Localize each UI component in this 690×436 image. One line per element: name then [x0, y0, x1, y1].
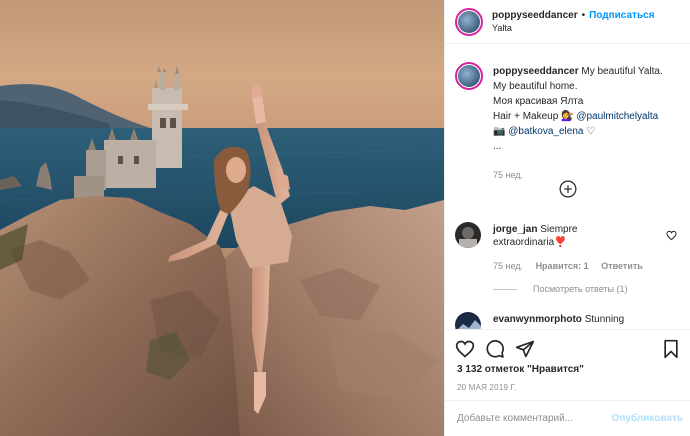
caption-text: poppyseeddancer My beautiful Yalta. My b… [493, 64, 683, 154]
view-replies-button[interactable]: Посмотреть ответы (1) [493, 284, 628, 294]
comment-username[interactable]: jorge_jan [493, 224, 537, 235]
comment-text: jorge_jan Siempre extraordinaria❣️ [493, 223, 653, 249]
ballerina-castle-photo [0, 0, 444, 436]
comment-input[interactable] [457, 413, 612, 424]
separator-dot: • [581, 9, 586, 21]
post-date[interactable]: 20 МАЯ 2019 Г. [457, 383, 517, 392]
comment-text: evanwynmorphoto Stunning [493, 313, 653, 326]
comment-like-heart-icon[interactable] [666, 230, 677, 241]
hair-emoji: 💇‍♀️ [561, 111, 574, 122]
publish-button[interactable]: Опубликовать [612, 413, 683, 424]
caption-ellipsis: ... [493, 141, 502, 152]
caption-line-4-prefix: Hair + Makeup [493, 111, 559, 122]
caption-line-3: Моя красивая Ялта [493, 96, 584, 107]
caption-time[interactable]: 75 нед. [493, 170, 523, 180]
mention-paulmitchelyalta[interactable]: @paulmitchelyalta [576, 111, 658, 122]
heart-exclamation-emoji: ❣️ [554, 237, 567, 248]
post-actions-bar [445, 329, 690, 365]
reply-button[interactable]: Ответить [601, 261, 643, 271]
heart-symbol: ♡ [586, 126, 596, 137]
camera-emoji: 📷 [493, 126, 506, 137]
post-photo[interactable] [0, 0, 444, 436]
comment-body: Stunning [584, 314, 625, 325]
bookmark-icon[interactable] [661, 339, 681, 359]
comment-username[interactable]: evanwynmorphoto [493, 314, 582, 325]
commenter-avatar[interactable] [455, 312, 481, 329]
plus-circle-icon[interactable] [559, 180, 577, 198]
share-icon[interactable] [515, 339, 535, 359]
comment-time[interactable]: 75 нед. [493, 261, 523, 271]
view-replies-label: Посмотреть ответы (1) [533, 284, 628, 294]
heart-icon[interactable] [455, 339, 475, 359]
caption-line-2: My beautiful home. [493, 81, 578, 92]
comment-likes[interactable]: Нравится: 1 [536, 261, 589, 271]
caption-line-1: My beautiful Yalta. [581, 66, 663, 77]
caption-username[interactable]: poppyseeddancer [493, 66, 579, 77]
author-avatar[interactable] [455, 7, 483, 36]
instagram-post: poppyseeddancer • Подписаться Yalta popp… [0, 0, 690, 436]
follow-button[interactable]: Подписаться [589, 10, 654, 22]
comment-icon[interactable] [485, 339, 505, 359]
post-location[interactable]: Yalta [492, 22, 655, 34]
caption-avatar[interactable] [455, 62, 483, 90]
post-side-panel: poppyseeddancer • Подписаться Yalta popp… [444, 0, 690, 436]
likes-count[interactable]: 3 132 отметок "Нравится" [457, 364, 584, 375]
add-comment-form: Опубликовать [445, 400, 690, 436]
mention-batkova-elena[interactable]: @batkova_elena [508, 126, 583, 137]
comment-meta: 75 нед. Нравится: 1 Ответить [493, 261, 643, 271]
author-username[interactable]: poppyseeddancer [492, 10, 578, 22]
post-header: poppyseeddancer • Подписаться Yalta [445, 0, 690, 44]
comments-list[interactable]: poppyseeddancer My beautiful Yalta. My b… [445, 44, 690, 329]
commenter-avatar[interactable] [455, 222, 481, 248]
